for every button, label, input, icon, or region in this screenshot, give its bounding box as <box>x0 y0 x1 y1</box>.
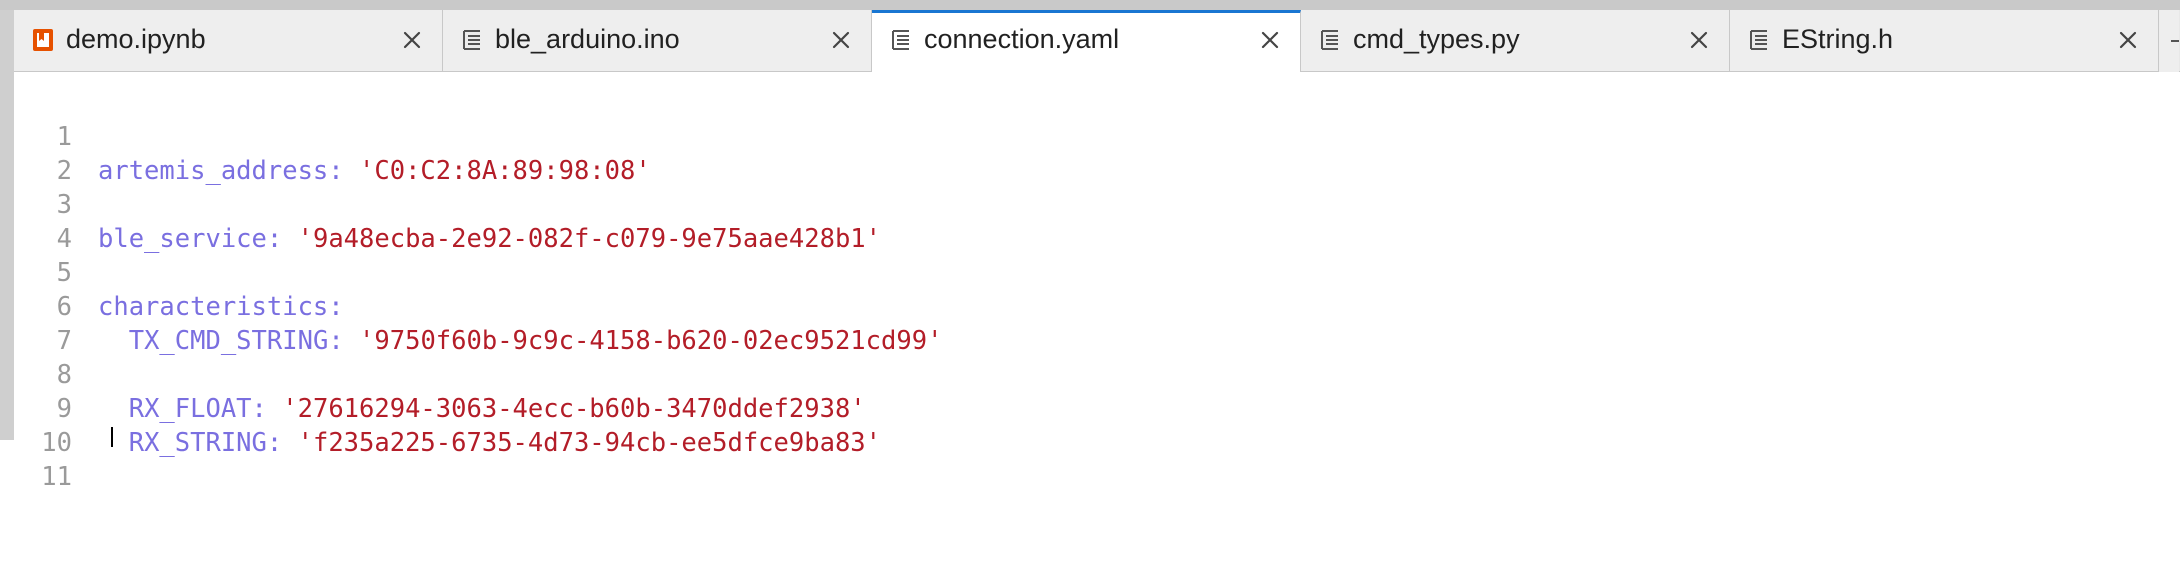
code-line: 4 <box>14 188 2180 254</box>
code-line: 6 TX_CMD_STRING: '9750f60b-9c9c-4158-b62… <box>14 256 2180 356</box>
overflow-indicator <box>2171 40 2179 42</box>
text-file-icon <box>463 30 480 50</box>
tab-bar: demo.ipynb ble_arduino.ino connection.ya… <box>0 10 2180 72</box>
code-line: 1 artemis_address: 'C0:C2:8A:89:98:08' <box>14 86 2180 186</box>
code-editor[interactable]: 1 artemis_address: 'C0:C2:8A:89:98:08' 2… <box>14 72 2180 492</box>
close-icon[interactable] <box>1260 30 1280 50</box>
text-file-icon <box>1750 30 1767 50</box>
code-line: 8 RX_FLOAT: '27616294-3063-4ecc-b60b-347… <box>14 324 2180 424</box>
code-line: 9 RX_STRING: 'f235a225-6735-4d73-94cb-ee… <box>14 358 2180 458</box>
tab-label: connection.yaml <box>924 24 1120 54</box>
tab-demo-ipynb[interactable]: demo.ipynb <box>14 10 443 71</box>
code-line: 2 <box>14 120 2180 186</box>
tab-estring-h[interactable]: EString.h <box>1730 10 2159 71</box>
tab-overflow[interactable] <box>2159 10 2179 72</box>
notebook-icon <box>33 29 53 51</box>
line-number: 11 <box>41 462 72 492</box>
code-line: 10 <box>14 392 2180 458</box>
code-line: 5 characteristics: <box>14 222 2180 322</box>
close-icon[interactable] <box>1689 30 1709 50</box>
code-line: 7 <box>14 290 2180 356</box>
tab-bar-left-padding <box>0 10 14 72</box>
editor-left-strip <box>0 72 14 440</box>
tab-cmd-types-py[interactable]: cmd_types.py <box>1301 10 1730 71</box>
text-file-icon <box>892 30 909 50</box>
close-icon[interactable] <box>831 30 851 50</box>
tab-connection-yaml[interactable]: connection.yaml <box>872 10 1301 72</box>
code-line: 11 <box>14 426 2180 492</box>
tab-label: ble_arduino.ino <box>495 24 680 54</box>
text-file-icon <box>1321 30 1338 50</box>
close-icon[interactable] <box>2118 30 2138 50</box>
close-icon[interactable] <box>402 30 422 50</box>
tab-ble-arduino-ino[interactable]: ble_arduino.ino <box>443 10 872 71</box>
tab-label: demo.ipynb <box>66 24 206 54</box>
text-cursor <box>111 427 113 447</box>
window-top-strip <box>0 0 2180 10</box>
code-line: 3 ble_service: '9a48ecba-2e92-082f-c079-… <box>14 154 2180 254</box>
tab-label: cmd_types.py <box>1353 24 1520 54</box>
tab-label: EString.h <box>1782 24 1894 54</box>
